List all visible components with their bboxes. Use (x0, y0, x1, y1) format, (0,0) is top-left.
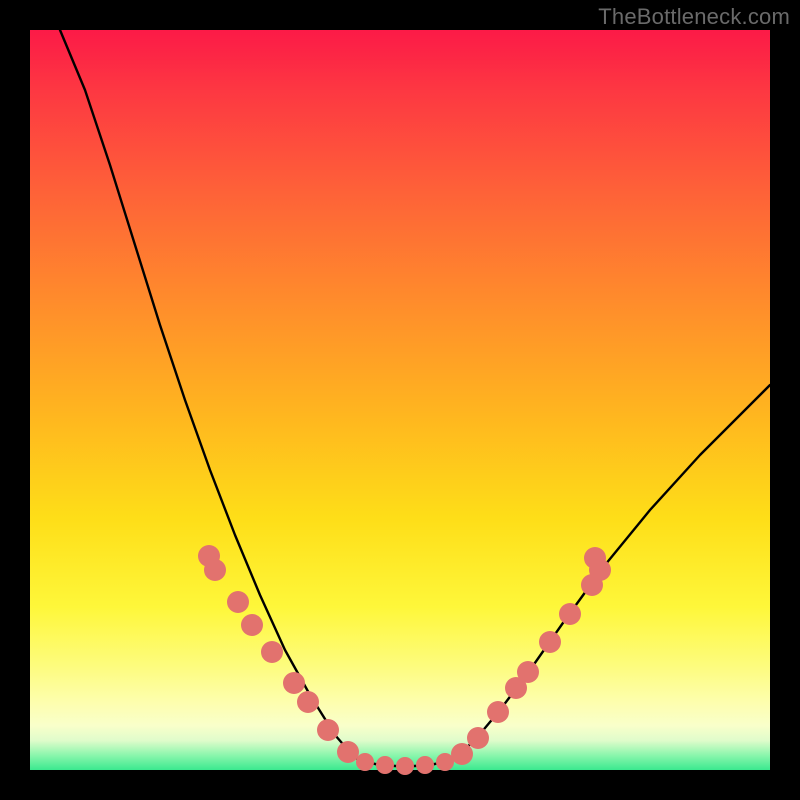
bead-8 (337, 741, 359, 763)
bead-20 (559, 603, 581, 625)
bottleneck-curve (60, 30, 770, 766)
watermark-text: TheBottleneck.com (598, 4, 790, 30)
bead-4 (261, 641, 283, 663)
bead-14 (451, 743, 473, 765)
curve-group (60, 30, 770, 766)
bead-10 (376, 756, 394, 774)
bead-6 (297, 691, 319, 713)
bead-1 (204, 559, 226, 581)
bead-15 (467, 727, 489, 749)
plot-area (30, 30, 770, 770)
bead-16 (487, 701, 509, 723)
bead-7 (317, 719, 339, 741)
chart-svg (30, 30, 770, 770)
bead-23 (589, 559, 611, 581)
bead-18 (517, 661, 539, 683)
bead-11 (396, 757, 414, 775)
bead-9 (356, 753, 374, 771)
bead-markers (198, 545, 611, 775)
bead-12 (416, 756, 434, 774)
bead-3 (241, 614, 263, 636)
outer-frame: TheBottleneck.com (0, 0, 800, 800)
bead-2 (227, 591, 249, 613)
bead-19 (539, 631, 561, 653)
bead-5 (283, 672, 305, 694)
